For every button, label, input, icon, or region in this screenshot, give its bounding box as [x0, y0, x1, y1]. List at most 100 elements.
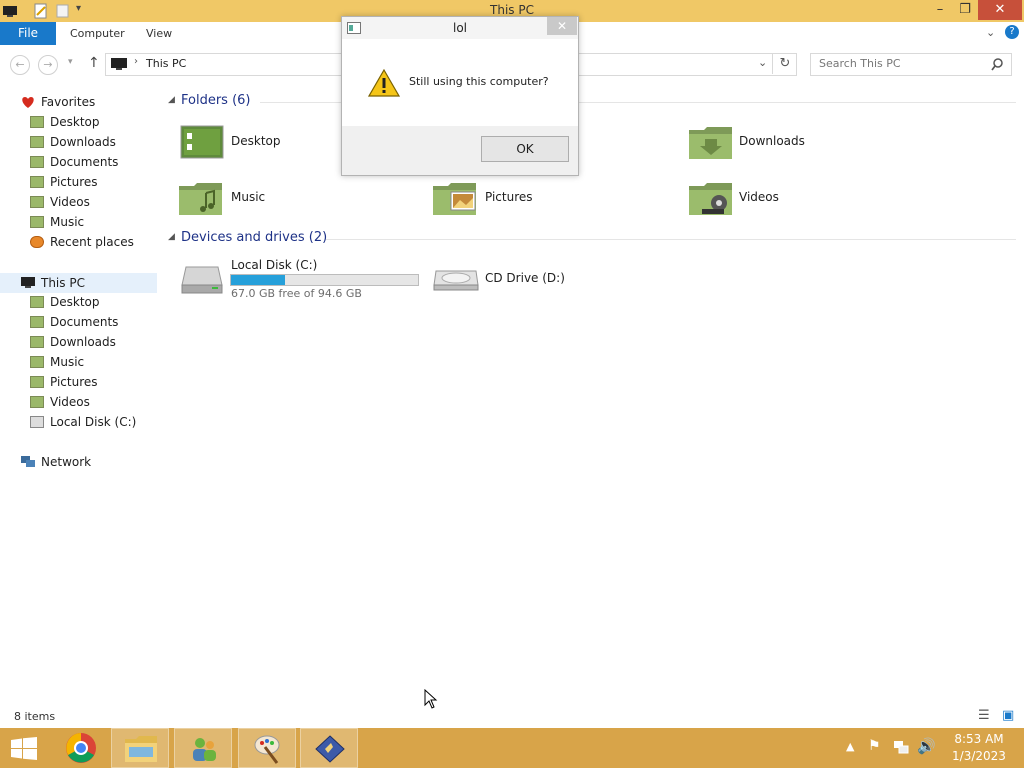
- minimize-button[interactable]: –: [926, 0, 954, 20]
- message-dialog: lol ✕ Still using this computer? OK: [341, 16, 579, 176]
- taskbar-users-app[interactable]: [174, 728, 232, 768]
- downloads-folder-icon: [30, 136, 44, 148]
- details-view-icon[interactable]: ☰: [978, 708, 990, 723]
- videos-folder-icon: [689, 183, 732, 215]
- taskbar-chrome[interactable]: [52, 728, 110, 768]
- forward-button[interactable]: →: [38, 55, 58, 75]
- drive-icon: [30, 416, 44, 428]
- folder-tile-videos[interactable]: Videos: [686, 179, 926, 219]
- music-folder-icon: [30, 356, 44, 368]
- app-diamond-icon: [315, 735, 345, 763]
- collapse-folders-icon[interactable]: ◢: [168, 95, 175, 105]
- music-folder-icon: [30, 216, 44, 228]
- nav-pc-downloads[interactable]: Downloads: [30, 333, 116, 351]
- tray-clock[interactable]: 8:53 AM 1/3/2023: [944, 731, 1014, 765]
- taskbar-paint-app[interactable]: [238, 728, 296, 768]
- nav-fav-downloads[interactable]: Downloads: [30, 133, 116, 151]
- nav-pc-pictures[interactable]: Pictures: [30, 373, 98, 391]
- nav-network[interactable]: Network: [41, 453, 91, 471]
- nav-pc-music[interactable]: Music: [30, 353, 84, 371]
- tab-computer[interactable]: Computer: [70, 22, 125, 45]
- dialog-title: lol: [452, 21, 467, 35]
- folder-tile-music[interactable]: Music: [178, 179, 418, 219]
- breadcrumb-chevron-icon: ›: [134, 56, 138, 67]
- action-center-flag-icon[interactable]: ⚑: [868, 738, 881, 754]
- drive-tile-d[interactable]: CD Drive (D:): [432, 255, 678, 301]
- videos-folder-icon: [30, 396, 44, 408]
- network-tray-icon[interactable]: [893, 739, 909, 755]
- folders-group-header[interactable]: Folders (6): [181, 93, 251, 108]
- documents-folder-icon: [30, 156, 44, 168]
- computer-icon: [111, 58, 127, 70]
- taskbar-file-explorer[interactable]: [111, 728, 169, 768]
- warning-icon: [368, 69, 400, 97]
- pictures-folder-icon: [30, 176, 44, 188]
- nav-fav-videos[interactable]: Videos: [30, 193, 90, 211]
- drive-tile-c[interactable]: Local Disk (C:) 67.0 GB free of 94.6 GB: [178, 255, 424, 301]
- breadcrumb[interactable]: This PC: [146, 57, 186, 70]
- nav-pc-videos[interactable]: Videos: [30, 393, 90, 411]
- paint-icon: [254, 735, 280, 764]
- downloads-folder-icon: [30, 336, 44, 348]
- status-bar: 8 items ☰ ▣: [0, 706, 1024, 728]
- hard-disk-icon: [181, 266, 223, 294]
- close-button[interactable]: ✕: [978, 0, 1022, 20]
- large-icons-view-icon[interactable]: ▣: [1002, 708, 1014, 723]
- nav-fav-recent-places[interactable]: Recent places: [30, 233, 134, 251]
- volume-icon[interactable]: 🔊: [917, 737, 936, 755]
- nav-fav-music[interactable]: Music: [30, 213, 84, 231]
- nav-fav-pictures[interactable]: Pictures: [30, 173, 98, 191]
- ok-button[interactable]: OK: [481, 136, 569, 162]
- search-input[interactable]: Search This PC: [819, 57, 901, 70]
- nav-fav-documents[interactable]: Documents: [30, 153, 118, 171]
- nav-pc-desktop[interactable]: Desktop: [30, 293, 100, 311]
- start-button[interactable]: [10, 737, 38, 761]
- drive-c-usage-fill: [231, 275, 286, 285]
- mouse-cursor-icon: [424, 689, 438, 709]
- up-button[interactable]: ↑: [88, 55, 100, 71]
- desktop-icon: [30, 116, 44, 128]
- folder-tile-downloads[interactable]: Downloads: [686, 123, 926, 163]
- restore-button[interactable]: ❐: [952, 0, 978, 20]
- taskbar-shortcut-app[interactable]: [300, 728, 358, 768]
- clock-time: 8:53 AM: [954, 732, 1004, 746]
- collapse-devices-icon[interactable]: ◢: [168, 232, 175, 242]
- back-button[interactable]: ←: [10, 55, 30, 75]
- this-pc-icon: [21, 277, 35, 288]
- navigation-pane: Favorites Desktop Downloads Documents Pi…: [0, 85, 160, 705]
- tab-view[interactable]: View: [146, 22, 172, 45]
- nav-this-pc[interactable]: This PC: [41, 274, 85, 292]
- tab-file[interactable]: File: [0, 22, 56, 45]
- network-icon: [21, 456, 35, 467]
- refresh-button[interactable]: ↻: [772, 54, 797, 74]
- dialog-close-button[interactable]: ✕: [547, 17, 577, 35]
- chrome-icon: [66, 733, 96, 763]
- show-hidden-icons[interactable]: ▲: [846, 740, 854, 753]
- documents-folder-icon: [30, 316, 44, 328]
- window-title: This PC: [490, 3, 534, 17]
- desktop-folder-icon: [180, 125, 224, 159]
- pictures-folder-icon: [30, 376, 44, 388]
- downloads-folder-icon: [689, 127, 732, 159]
- nav-pc-local-disk[interactable]: Local Disk (C:): [30, 413, 136, 431]
- recent-dropdown-icon[interactable]: ▾: [68, 57, 73, 67]
- search-box[interactable]: Search This PC: [810, 53, 1012, 76]
- users-icon: [193, 738, 216, 761]
- ribbon-expand-icon[interactable]: ⌄: [986, 26, 995, 39]
- devices-divider: [326, 239, 1016, 240]
- folder-tile-pictures[interactable]: Pictures: [432, 179, 672, 219]
- pictures-folder-icon: [433, 183, 476, 215]
- address-dropdown-icon[interactable]: ⌄: [758, 56, 767, 69]
- nav-pc-documents[interactable]: Documents: [30, 313, 118, 331]
- drive-c-usage-bar: [230, 274, 419, 286]
- desktop-icon: [30, 296, 44, 308]
- nav-fav-desktop[interactable]: Desktop: [30, 113, 100, 131]
- item-count: 8 items: [14, 710, 56, 723]
- devices-group-header[interactable]: Devices and drives (2): [181, 230, 327, 245]
- cd-drive-icon: [433, 270, 479, 291]
- dialog-message: Still using this computer?: [409, 75, 549, 88]
- help-icon[interactable]: ?: [1005, 25, 1019, 39]
- nav-favorites[interactable]: Favorites: [41, 93, 95, 111]
- search-icon[interactable]: [991, 58, 1004, 71]
- videos-folder-icon: [30, 196, 44, 208]
